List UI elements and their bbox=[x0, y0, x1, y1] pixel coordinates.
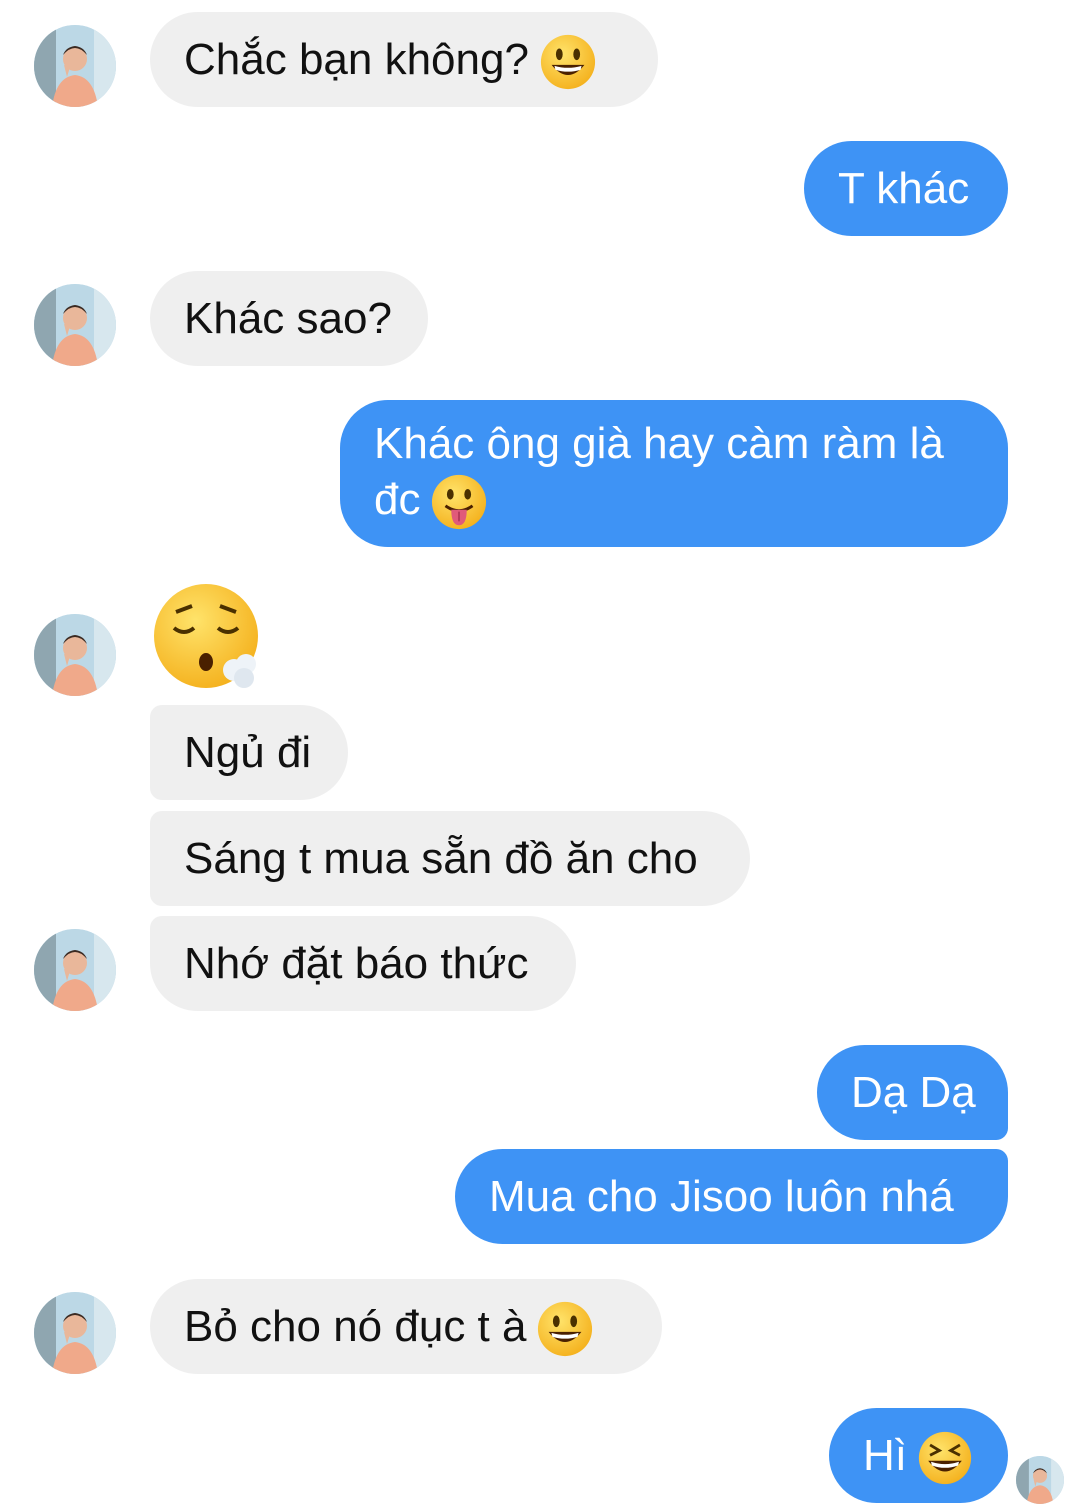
message-text: Dạ Dạ bbox=[851, 1068, 976, 1117]
contact-avatar[interactable] bbox=[34, 284, 116, 366]
message-bubble-incoming[interactable]: Sáng t mua sẵn đồ ăn cho bbox=[150, 811, 750, 906]
message-text: Bỏ cho nó đục t à bbox=[184, 1302, 527, 1351]
message-bubble-outgoing[interactable]: Mua cho Jisoo luôn nhá bbox=[455, 1149, 1008, 1244]
message-bubble-incoming[interactable]: Ngủ đi bbox=[150, 705, 348, 800]
contact-avatar[interactable] bbox=[34, 929, 116, 1011]
message-text: Hì bbox=[863, 1431, 907, 1480]
message-text: Nhớ đặt báo thức bbox=[184, 939, 529, 988]
message-bubble-incoming[interactable]: Nhớ đặt báo thức bbox=[150, 916, 576, 1011]
contact-avatar[interactable] bbox=[34, 25, 116, 107]
read-receipt-avatar bbox=[1016, 1456, 1064, 1504]
message-bubble-outgoing[interactable]: Dạ Dạ bbox=[817, 1045, 1008, 1140]
contact-avatar[interactable] bbox=[34, 614, 116, 696]
message-text: T khác bbox=[838, 164, 970, 213]
message-bubble-outgoing[interactable]: T khác bbox=[804, 141, 1008, 236]
message-bubble-outgoing[interactable]: Hì bbox=[829, 1408, 1008, 1503]
message-text: Khác sao? bbox=[184, 294, 392, 343]
message-text: Ngủ đi bbox=[184, 728, 312, 777]
grinning-face-emoji bbox=[536, 1300, 594, 1358]
message-text: Mua cho Jisoo luôn nhá bbox=[489, 1172, 954, 1221]
message-text: Chắc bạn không? bbox=[184, 35, 529, 84]
tongue-out-face-emoji bbox=[430, 473, 488, 531]
message-bubble-incoming[interactable]: Bỏ cho nó đục t à bbox=[150, 1279, 662, 1374]
exhaling-face-emoji[interactable] bbox=[152, 584, 262, 699]
message-bubble-incoming[interactable]: Khác sao? bbox=[150, 271, 428, 366]
contact-avatar[interactable] bbox=[34, 1292, 116, 1374]
message-bubble-incoming[interactable]: Chắc bạn không? bbox=[150, 12, 658, 107]
message-text: Sáng t mua sẵn đồ ăn cho bbox=[184, 834, 698, 883]
grinning-face-emoji bbox=[539, 33, 597, 91]
message-bubble-outgoing[interactable]: Khác ông già hay càm ràm là đc bbox=[340, 400, 1008, 547]
chat-thread: Chắc bạn không? T khác Khác sao? Khác ôn… bbox=[0, 0, 1080, 1512]
squinting-laugh-face-emoji bbox=[917, 1430, 973, 1486]
